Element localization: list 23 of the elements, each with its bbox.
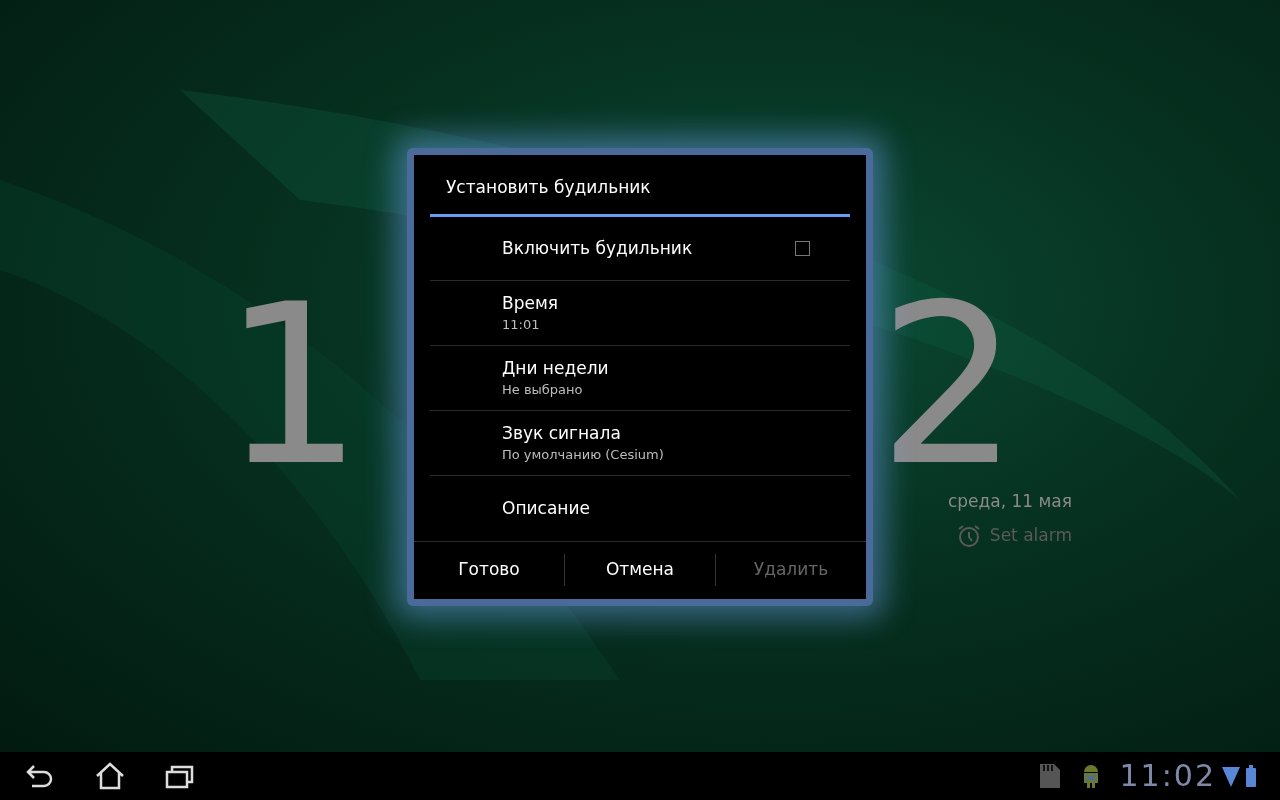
dialog-button[interactable]: Готово xyxy=(414,542,564,597)
sd-card-icon xyxy=(1037,763,1062,789)
setting-label: Время xyxy=(502,293,559,315)
home-icon[interactable] xyxy=(94,762,126,790)
date-text: среда, 11 мая xyxy=(947,490,1072,513)
setting-label: Звук сигнала xyxy=(502,423,622,445)
setting-label: Включить будильник xyxy=(502,236,694,260)
setting-label: Дни недели xyxy=(502,358,610,380)
setting-summary: Не выбрано xyxy=(502,381,584,398)
clock-digits: 1 xyxy=(222,300,364,470)
setting-row[interactable]: Дни недели Не выбрано xyxy=(430,346,850,411)
setting-row[interactable]: Время 11:01 xyxy=(430,281,850,346)
setting-row[interactable]: Звук сигнала По умолчанию (Cesium) xyxy=(430,411,850,476)
status-time: 11:02 xyxy=(1119,761,1216,791)
setting-summary: По умолчанию (Cesium) xyxy=(502,446,665,463)
wifi-signal-icon xyxy=(1222,765,1240,787)
dialog-button[interactable]: Отмена xyxy=(565,542,715,597)
setting-row[interactable]: Описание xyxy=(430,476,850,541)
setting-summary: 11:01 xyxy=(502,316,541,333)
battery-icon xyxy=(1246,765,1256,787)
dialog-title: Установить будильник xyxy=(445,176,652,199)
checkbox[interactable] xyxy=(795,241,810,256)
setting-label: Описание xyxy=(502,497,591,520)
